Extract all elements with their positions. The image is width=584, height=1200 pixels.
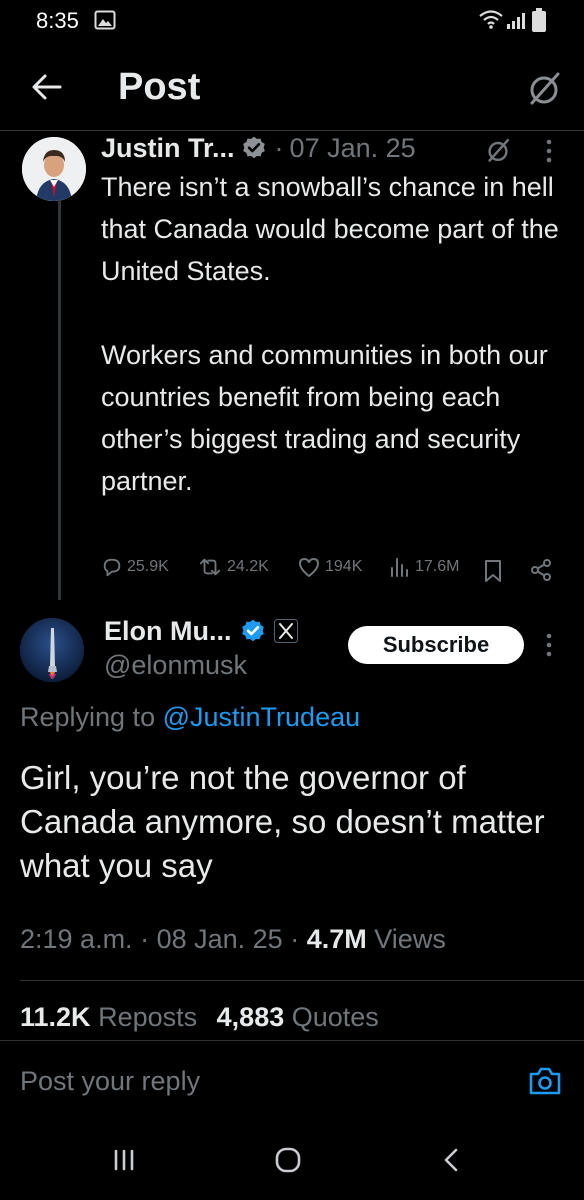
avatar-image xyxy=(20,618,84,682)
signal-icon xyxy=(507,13,525,29)
page-title: Post xyxy=(118,66,201,108)
reply-views-count: 4.7M xyxy=(306,924,367,954)
like-action[interactable]: 194K xyxy=(297,556,362,578)
replying-to: Replying to @JustinTrudeau xyxy=(20,702,360,733)
repost-action[interactable]: 24.2K xyxy=(197,556,269,578)
meta-divider xyxy=(20,980,584,981)
reply-views-label: Views xyxy=(374,924,446,954)
gallery-icon xyxy=(94,10,116,30)
back-arrow-icon[interactable] xyxy=(30,70,64,104)
reply-time[interactable]: 2:19 a.m. xyxy=(20,924,133,954)
camera-icon[interactable] xyxy=(528,1066,562,1096)
system-nav-bar xyxy=(0,1122,584,1200)
grok-icon[interactable] xyxy=(484,136,512,164)
tweet-paragraph-2: Workers and communities in both our coun… xyxy=(101,340,548,496)
reply-icon xyxy=(103,558,121,577)
reply-composer-input[interactable]: Post your reply xyxy=(20,1066,200,1097)
composer-divider xyxy=(0,1040,584,1041)
tweet-body: There isn’t a snowball’s chance in hell … xyxy=(101,166,571,502)
tweet-metrics: 25.9K 24.2K 194K 17.6M xyxy=(101,556,571,586)
engagement-stats: 11.2K Reposts 4,883 Quotes xyxy=(20,1002,379,1033)
bookmark-icon[interactable] xyxy=(483,559,503,583)
quotes-label[interactable]: Quotes xyxy=(292,1002,379,1032)
share-icon[interactable] xyxy=(529,558,553,582)
like-count: 194K xyxy=(325,558,363,575)
avatar-musk[interactable] xyxy=(20,618,84,682)
back-icon[interactable] xyxy=(440,1146,462,1174)
repost-count: 24.2K xyxy=(227,558,269,575)
avatar-trudeau[interactable] xyxy=(22,137,86,201)
quotes-count[interactable]: 4,883 xyxy=(217,1002,285,1032)
reply-meta: 2:19 a.m. · 08 Jan. 25 · 4.7M Views xyxy=(20,924,446,955)
avatar-image xyxy=(22,137,86,201)
views-action[interactable]: 17.6M xyxy=(389,556,459,578)
home-icon[interactable] xyxy=(274,1146,302,1174)
status-time: 8:35 xyxy=(36,8,79,33)
reply-date[interactable]: 08 Jan. 25 xyxy=(157,924,283,954)
verified-icon xyxy=(242,136,265,159)
reply-action[interactable]: 25.9K xyxy=(101,556,169,578)
views-count: 17.6M xyxy=(415,558,460,575)
repost-icon xyxy=(199,558,221,576)
replying-to-link[interactable]: @JustinTrudeau xyxy=(163,702,361,732)
reply-header: Elon Mu... xyxy=(104,613,298,649)
tweet-author-name[interactable]: Justin Tr... xyxy=(101,133,235,164)
tweet-separator: · xyxy=(274,132,284,163)
tweet-header: Justin Tr... · 07 Jan. 25 xyxy=(101,131,416,165)
reply-text: Girl, you’re not the governor of Canada … xyxy=(20,759,545,884)
status-bar: 8:35 xyxy=(0,0,584,40)
tweet-date[interactable]: 07 Jan. 25 xyxy=(290,133,416,164)
more-icon[interactable] xyxy=(544,138,554,164)
reply-count: 25.9K xyxy=(127,558,169,575)
subscribe-button[interactable]: Subscribe xyxy=(348,626,524,664)
like-icon xyxy=(299,558,319,577)
grok-icon[interactable] xyxy=(524,68,564,108)
tweet-paragraph-1: There isn’t a snowball’s chance in hell … xyxy=(101,172,559,286)
thread-line xyxy=(58,200,61,600)
wifi-icon xyxy=(479,10,503,29)
meta-separator: · xyxy=(290,924,300,954)
recent-apps-icon[interactable] xyxy=(112,1148,136,1172)
battery-icon xyxy=(532,8,546,32)
more-icon[interactable] xyxy=(544,632,554,658)
x-logo-icon xyxy=(273,619,298,643)
replying-to-prefix: Replying to xyxy=(20,702,156,732)
meta-separator: · xyxy=(140,924,150,954)
verified-icon xyxy=(241,619,264,642)
views-icon xyxy=(391,558,408,577)
reply-author-name[interactable]: Elon Mu... xyxy=(104,616,232,647)
reply-handle[interactable]: @elonmusk xyxy=(104,650,247,681)
reposts-count[interactable]: 11.2K xyxy=(20,1002,91,1032)
reposts-label[interactable]: Reposts xyxy=(98,1002,197,1032)
